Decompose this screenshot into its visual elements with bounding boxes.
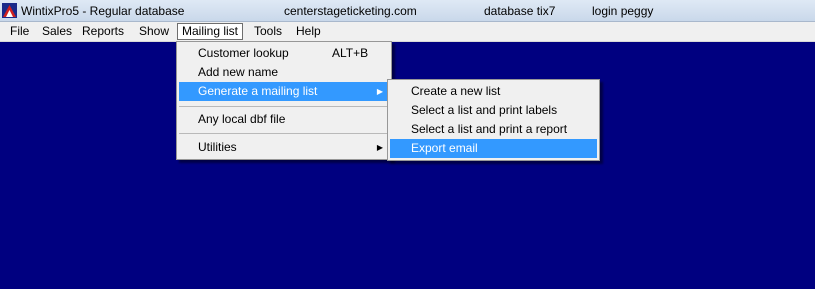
utilities-label: Utilities: [198, 140, 237, 154]
generate-mailing-list-label: Generate a mailing list: [198, 84, 318, 98]
menu-sales[interactable]: Sales: [38, 24, 76, 39]
add-new-name-label: Add new name: [198, 65, 279, 79]
app-icon[interactable]: [2, 3, 17, 18]
menu-file[interactable]: File: [6, 24, 33, 39]
window-title: WintixPro5 - Regular database: [21, 4, 185, 18]
menu-item-any-local-dbf[interactable]: Any local dbf file: [179, 110, 389, 129]
menu-mailing-list[interactable]: Mailing list: [177, 23, 244, 40]
menu-bar: File Sales Reports Show Mailing list Too…: [0, 22, 815, 42]
menu-item-customer-lookup[interactable]: Customer lookup ALT+B: [179, 44, 389, 63]
menu-item-utilities[interactable]: Utilities ▶: [179, 138, 389, 157]
submenu-item-print-labels[interactable]: Select a list and print labels: [390, 101, 597, 120]
customer-lookup-shortcut: ALT+B: [332, 46, 369, 60]
title-bar: WintixPro5 - Regular database centerstag…: [0, 0, 815, 22]
customer-lookup-label: Customer lookup: [198, 46, 289, 60]
site-label: centerstageticketing.com: [284, 4, 417, 18]
export-email-label: Export email: [411, 141, 478, 155]
menu-item-generate-mailing-list[interactable]: Generate a mailing list ▶: [179, 82, 389, 101]
menu-separator: [179, 133, 389, 134]
any-local-dbf-label: Any local dbf file: [198, 112, 286, 126]
menu-reports[interactable]: Reports: [78, 24, 128, 39]
menu-tools[interactable]: Tools: [250, 24, 286, 39]
login-label: login peggy: [592, 4, 654, 18]
menu-separator: [179, 106, 389, 107]
submenu-arrow-icon: ▶: [376, 143, 383, 152]
menu-item-add-new-name[interactable]: Add new name: [179, 63, 389, 82]
submenu-item-export-email[interactable]: Export email: [390, 139, 597, 158]
menu-help[interactable]: Help: [292, 24, 325, 39]
mailing-list-menu: Customer lookup ALT+B Add new name Gener…: [176, 41, 392, 160]
print-labels-label: Select a list and print labels: [411, 103, 558, 117]
menu-show[interactable]: Show: [135, 24, 173, 39]
submenu-item-print-report[interactable]: Select a list and print a report: [390, 120, 597, 139]
create-new-list-label: Create a new list: [411, 84, 501, 98]
database-label: database tix7: [484, 4, 556, 18]
generate-mailing-list-submenu: Create a new list Select a list and prin…: [387, 79, 600, 161]
print-report-label: Select a list and print a report: [411, 122, 568, 136]
submenu-arrow-icon: ▶: [376, 87, 383, 96]
submenu-item-create-new-list[interactable]: Create a new list: [390, 82, 597, 101]
